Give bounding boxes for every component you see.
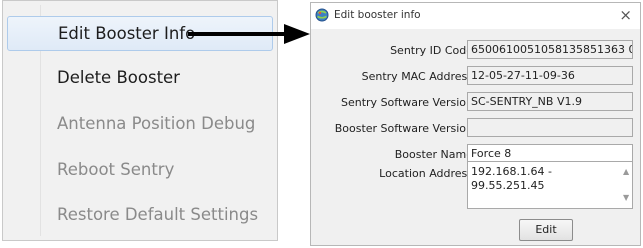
app-globe-icon <box>315 8 329 22</box>
sentry-mac-label: Sentry MAC Address <box>361 70 473 83</box>
pointer-arrow-icon <box>188 24 310 44</box>
sentry-mac-field[interactable]: 12-05-27-11-09-36 <box>467 66 633 85</box>
edit-booster-info-dialog: Edit booster info × Sentry ID Code 65006… <box>310 2 641 246</box>
menu-item-antenna-position-debug: Antenna Position Debug <box>57 114 256 133</box>
edit-button[interactable]: Edit <box>519 219 573 241</box>
textarea-scrollbar[interactable]: ▲ ▼ <box>620 163 631 207</box>
dialog-title: Edit booster info <box>334 9 421 21</box>
location-address-label: Location Address <box>379 167 473 180</box>
close-icon[interactable]: × <box>619 6 632 24</box>
sentry-id-label: Sentry ID Code <box>390 44 473 57</box>
booster-name-label: Booster Name <box>394 148 473 161</box>
sentry-software-field[interactable]: SC-SENTRY_NB V1.9 <box>467 92 633 111</box>
scroll-up-icon[interactable]: ▲ <box>623 165 629 179</box>
sentry-id-field[interactable]: 6500610051058135851363 02 <box>467 40 633 59</box>
booster-software-label: Booster Software Version <box>334 122 473 135</box>
booster-software-field[interactable] <box>467 118 633 137</box>
location-line-2: 99.55.251.45 <box>471 179 545 192</box>
scroll-down-icon[interactable]: ▼ <box>623 191 629 205</box>
dialog-titlebar[interactable]: Edit booster info × <box>311 3 640 29</box>
location-address-textarea[interactable]: 192.168.1.64 - 99.55.251.45 ▲ ▼ <box>467 161 633 209</box>
menu-item-reboot-sentry: Reboot Sentry <box>57 160 175 179</box>
sentry-software-label: Sentry Software Version <box>341 96 473 109</box>
location-line-1: 192.168.1.64 - <box>471 165 552 178</box>
menu-item-restore-default-settings: Restore Default Settings <box>57 205 259 224</box>
menu-item-delete-booster[interactable]: Delete Booster <box>7 61 273 96</box>
